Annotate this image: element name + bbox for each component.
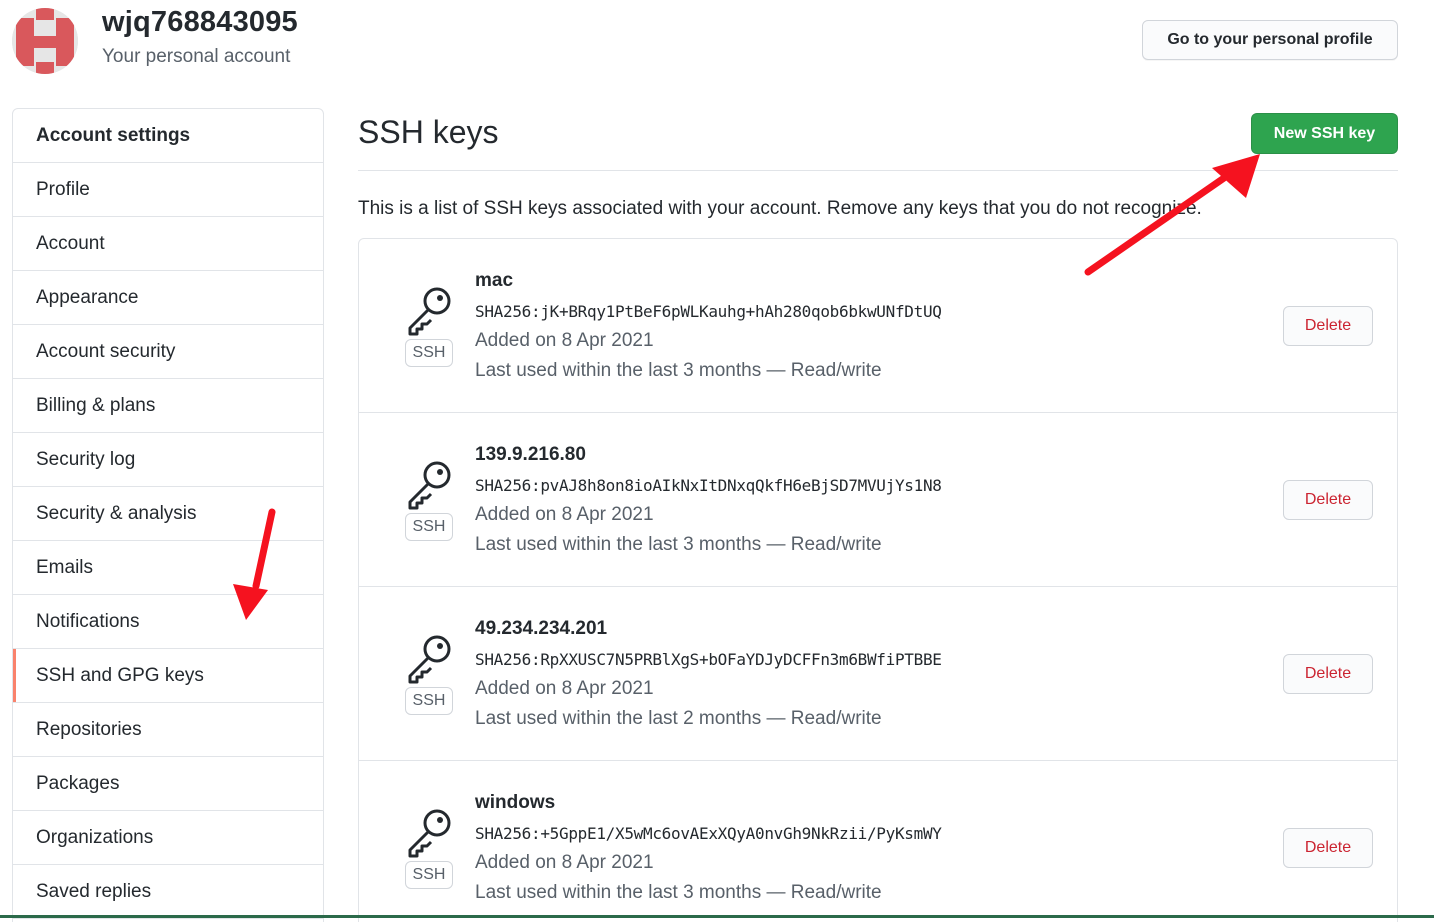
delete-key-button[interactable]: Delete (1283, 306, 1373, 346)
sidebar-heading: Account settings (13, 109, 323, 163)
sidebar-item-account[interactable]: Account (13, 217, 323, 271)
key-last-used: Last used within the last 3 months — Rea… (475, 882, 882, 903)
ssh-key-row: SSH windows SHA256:+5GppE1/X5wMc6ovAExXQ… (359, 761, 1397, 922)
key-last-used: Last used within the last 2 months — Rea… (475, 708, 882, 729)
key-icon (408, 635, 451, 684)
ssh-badge: SSH (405, 339, 453, 367)
key-title: 49.234.234.201 (475, 618, 608, 639)
page-title: SSH keys (358, 114, 499, 150)
key-fingerprint: SHA256:RpXXUSC7N5PRBlXgS+bOFaYDJyDCFFn3m… (475, 650, 942, 669)
key-title: windows (475, 792, 556, 813)
ssh-badge: SSH (405, 687, 453, 715)
key-icon (408, 809, 451, 858)
go-to-profile-button[interactable]: Go to your personal profile (1142, 20, 1398, 60)
key-icon (408, 287, 451, 336)
bottom-border (0, 915, 1434, 918)
sidebar-item-saved-replies[interactable]: Saved replies (13, 865, 323, 919)
ssh-keys-description: This is a list of SSH keys associated wi… (358, 198, 1202, 219)
identicon-avatar-icon (12, 8, 78, 74)
key-fingerprint: SHA256:pvAJ8h8on8ioAIkNxItDNxqQkfH6eBjSD… (475, 476, 942, 495)
key-added-date: Added on 8 Apr 2021 (475, 678, 654, 699)
ssh-key-list: SSH mac SHA256:jK+BRqy1PtBeF6pWLKauhg+hA… (358, 238, 1398, 922)
key-last-used: Last used within the last 3 months — Rea… (475, 534, 882, 555)
ssh-badge: SSH (405, 513, 453, 541)
sidebar-item-appearance[interactable]: Appearance (13, 271, 323, 325)
key-added-date: Added on 8 Apr 2021 (475, 504, 654, 525)
ssh-badge: SSH (405, 861, 453, 889)
ssh-key-row: SSH 49.234.234.201 SHA256:RpXXUSC7N5PRBl… (359, 587, 1397, 761)
key-added-date: Added on 8 Apr 2021 (475, 852, 654, 873)
delete-key-button[interactable]: Delete (1283, 654, 1373, 694)
settings-sidebar: Account settings Profile Account Appeara… (12, 108, 324, 922)
account-username: wjq768843095 (102, 6, 298, 38)
key-title: 139.9.216.80 (475, 444, 586, 465)
key-fingerprint: SHA256:jK+BRqy1PtBeF6pWLKauhg+hAh280qob6… (475, 302, 942, 321)
sidebar-item-account-security[interactable]: Account security (13, 325, 323, 379)
key-title: mac (475, 270, 514, 291)
title-divider (358, 170, 1398, 171)
key-icon (408, 461, 451, 510)
new-ssh-key-button[interactable]: New SSH key (1251, 113, 1398, 154)
sidebar-item-billing[interactable]: Billing & plans (13, 379, 323, 433)
key-fingerprint: SHA256:+5GppE1/X5wMc6ovAExXQyA0nvGh9NkRz… (475, 824, 942, 843)
sidebar-item-emails[interactable]: Emails (13, 541, 323, 595)
avatar[interactable] (12, 8, 78, 74)
sidebar-item-profile[interactable]: Profile (13, 163, 323, 217)
sidebar-item-security-analysis[interactable]: Security & analysis (13, 487, 323, 541)
sidebar-item-repositories[interactable]: Repositories (13, 703, 323, 757)
delete-key-button[interactable]: Delete (1283, 828, 1373, 868)
sidebar-item-packages[interactable]: Packages (13, 757, 323, 811)
sidebar-item-organizations[interactable]: Organizations (13, 811, 323, 865)
key-last-used: Last used within the last 3 months — Rea… (475, 360, 882, 381)
sidebar-item-security-log[interactable]: Security log (13, 433, 323, 487)
sidebar-item-ssh-gpg-keys[interactable]: SSH and GPG keys (13, 649, 323, 703)
account-subtitle: Your personal account (102, 46, 291, 67)
key-added-date: Added on 8 Apr 2021 (475, 330, 654, 351)
ssh-key-row: SSH 139.9.216.80 SHA256:pvAJ8h8on8ioAIkN… (359, 413, 1397, 587)
sidebar-item-notifications[interactable]: Notifications (13, 595, 323, 649)
ssh-key-row: SSH mac SHA256:jK+BRqy1PtBeF6pWLKauhg+hA… (359, 239, 1397, 413)
delete-key-button[interactable]: Delete (1283, 480, 1373, 520)
